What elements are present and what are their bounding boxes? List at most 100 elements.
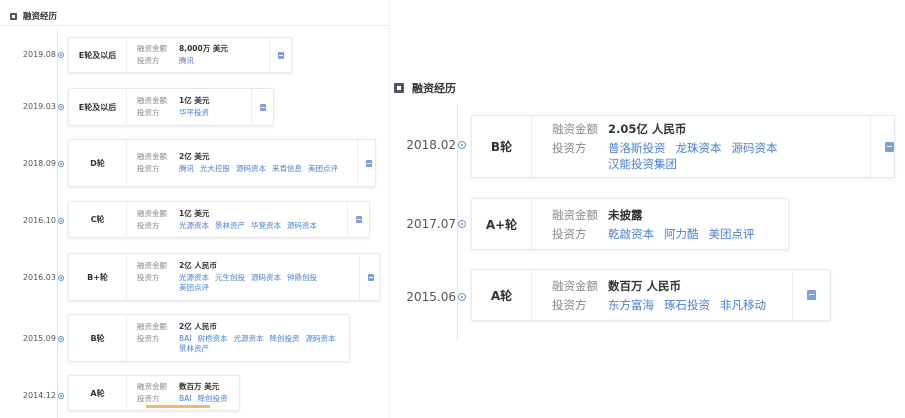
round-info: 融资金额 1亿 美元 投资方 光源资本 景林资产 华登资本 源码资本 <box>127 202 347 237</box>
investor-link[interactable]: 腾讯 <box>179 56 194 66</box>
round-info: 融资金额 2亿 美元 投资方 腾讯 光大控股 源码资本 来肯信息 美团点评 <box>127 140 357 186</box>
round-date: 2018.09 <box>22 159 56 168</box>
investor-link[interactable]: 汉能投资集团 <box>608 156 677 172</box>
investor-link[interactable]: 源码资本 <box>287 221 317 231</box>
investor-label: 投资方 <box>552 141 587 155</box>
timeline-dot-icon <box>58 274 64 281</box>
document-icon <box>355 216 362 223</box>
funding-card[interactable]: C轮 融资金额 1亿 美元 投资方 光源资本 景林资产 华登资本 源码资本 <box>68 201 370 238</box>
investor-list: 腾讯 <box>179 56 200 66</box>
timeline-dot-icon <box>458 141 466 149</box>
investor-link[interactable]: 景林资产 <box>215 221 245 231</box>
funding-card[interactable]: E轮及以后 融资金额 8,000万 美元 投资方 腾讯 <box>68 37 292 73</box>
document-icon <box>885 141 894 152</box>
document-button[interactable] <box>359 254 381 300</box>
investor-row: 投资方 光源资本 景林资产 华登资本 源码资本 <box>137 221 343 231</box>
round-date: 2019.08 <box>22 50 56 59</box>
funding-card[interactable]: B+轮 融资金额 2亿 人民币 投资方 光源资本 元生创投 源码资本 钟鼎创投 … <box>68 253 380 301</box>
investor-list: 华平投资 <box>179 108 215 118</box>
document-button[interactable] <box>870 116 905 177</box>
investor-link[interactable]: 光源资本 <box>179 221 209 231</box>
amount-label: 融资金额 <box>137 382 167 391</box>
investor-link[interactable]: 华登资本 <box>251 221 281 231</box>
document-icon <box>277 51 284 59</box>
round-date: 2015.06 <box>406 290 456 304</box>
investor-list: BAI 降创投资 <box>179 394 234 404</box>
investor-link[interactable]: 景林资产 <box>179 344 209 354</box>
document-button[interactable] <box>347 202 369 237</box>
investor-link[interactable]: 阿力酷 <box>664 226 699 242</box>
amount-value: 8,000万 美元 <box>179 44 228 53</box>
timeline-entry: 2016.10 <box>4 216 64 225</box>
investor-link[interactable]: 琢石投资 <box>664 297 710 313</box>
round-date: 2017.07 <box>406 217 456 231</box>
investor-link[interactable]: BAI <box>179 394 192 404</box>
document-button[interactable] <box>792 270 830 320</box>
amount-label: 融资金额 <box>137 96 167 105</box>
investor-link[interactable]: 钟鼎创投 <box>287 273 317 283</box>
investor-link[interactable]: 源码资本 <box>236 164 266 174</box>
investor-link[interactable]: 东方富海 <box>608 297 654 313</box>
funding-card[interactable]: B轮 融资金额 2亿 人民币 投资方 BAI 树桥资本 光源资本 降创投资 源码… <box>68 314 350 362</box>
investor-row: 投资方 乾啟资本 阿力酷 美团点评 <box>552 226 782 242</box>
round-stage: B轮 <box>69 315 127 361</box>
document-button[interactable] <box>251 89 273 125</box>
investor-link[interactable]: 来肯信息 <box>272 164 302 174</box>
investor-link[interactable]: 源码资本 <box>251 273 281 283</box>
investor-row: 投资方 东方富海 琢石投资 非凡移动 <box>552 297 786 313</box>
amount-row: 融资金额 1亿 美元 <box>137 96 247 106</box>
investor-link[interactable]: BAI <box>179 334 192 344</box>
round-info: 融资金额 2.05亿 人民币 投资方 普洛斯投资 龙珠资本 源码资本 汉能投资集… <box>532 116 870 177</box>
investor-row: 投资方 光源资本 元生创投 源码资本 钟鼎创投 美团点评 <box>137 273 355 293</box>
investor-link[interactable]: 源码资本 <box>306 334 336 344</box>
investor-list: 腾讯 光大控股 源码资本 来肯信息 美团点评 <box>179 164 353 174</box>
amount-row: 融资金额 1亿 美元 <box>137 209 343 219</box>
investor-link[interactable]: 元生创投 <box>215 273 245 283</box>
document-button[interactable] <box>269 38 291 72</box>
round-stage: C轮 <box>69 202 127 237</box>
document-icon <box>259 103 266 111</box>
round-stage: E轮及以后 <box>69 38 127 72</box>
investor-label: 投资方 <box>137 56 160 65</box>
investor-label: 投资方 <box>552 297 587 312</box>
round-info: 融资金额 未披露 投资方 乾啟资本 阿力酷 美团点评 <box>532 199 788 249</box>
document-icon <box>367 273 374 281</box>
round-stage: B轮 <box>472 116 532 177</box>
funding-card[interactable]: E轮及以后 融资金额 1亿 美元 投资方 华平投资 <box>68 88 274 126</box>
investor-link[interactable]: 美团点评 <box>709 226 755 242</box>
investor-link[interactable]: 降创投资 <box>270 334 300 344</box>
investor-row: 投资方 BAI 降创投资 <box>137 394 235 404</box>
investor-link[interactable]: 普洛斯投资 <box>608 140 666 156</box>
document-button[interactable] <box>357 140 379 186</box>
investor-list: 光源资本 景林资产 华登资本 源码资本 <box>179 221 323 231</box>
investor-link[interactable]: 腾讯 <box>179 164 194 174</box>
investor-link[interactable]: 树桥资本 <box>198 334 228 344</box>
investor-link[interactable]: 美团点评 <box>308 164 338 174</box>
round-info: 融资金额 数百万 人民币 投资方 东方富海 琢石投资 非凡移动 <box>532 270 792 320</box>
investor-link[interactable]: 光源资本 <box>179 273 209 283</box>
investor-link[interactable]: 龙珠资本 <box>676 140 722 156</box>
investor-link[interactable]: 源码资本 <box>732 140 778 156</box>
investor-link[interactable]: 华平投资 <box>179 108 209 118</box>
timeline-entry: 2014.12 <box>4 391 64 400</box>
funding-card[interactable]: A轮 融资金额 数百万 人民币 投资方 东方富海 琢石投资 非凡移动 <box>471 269 831 321</box>
investor-link[interactable]: 非凡移动 <box>720 297 766 313</box>
round-stage: A轮 <box>69 376 127 410</box>
funding-card[interactable]: D轮 融资金额 2亿 美元 投资方 腾讯 光大控股 源码资本 来肯信息 美团点评 <box>68 139 376 187</box>
left-panel: 融资经历 2019.08 E轮及以后 融资金额 8,000万 美元 投资方 腾讯… <box>0 0 390 418</box>
section-icon <box>394 83 404 93</box>
round-date: 2016.03 <box>22 273 56 282</box>
funding-card[interactable]: A+轮 融资金额 未披露 投资方 乾啟资本 阿力酷 美团点评 <box>471 198 789 250</box>
amount-row: 融资金额 2.05亿 人民币 <box>552 121 864 137</box>
header-divider <box>0 25 390 26</box>
investor-row: 投资方 华平投资 <box>137 108 247 118</box>
investor-link[interactable]: 美团点评 <box>179 283 209 293</box>
round-stage: E轮及以后 <box>69 89 127 125</box>
investor-link[interactable]: 光大控股 <box>200 164 230 174</box>
investor-link[interactable]: 乾啟资本 <box>608 226 654 242</box>
amount-row: 融资金额 2亿 人民币 <box>137 261 355 271</box>
investor-link[interactable]: 光源资本 <box>234 334 264 344</box>
investor-link[interactable]: 降创投资 <box>198 394 228 404</box>
round-date: 2014.12 <box>22 391 56 400</box>
funding-card[interactable]: B轮 融资金额 2.05亿 人民币 投资方 普洛斯投资 龙珠资本 源码资本 汉能… <box>471 115 895 178</box>
